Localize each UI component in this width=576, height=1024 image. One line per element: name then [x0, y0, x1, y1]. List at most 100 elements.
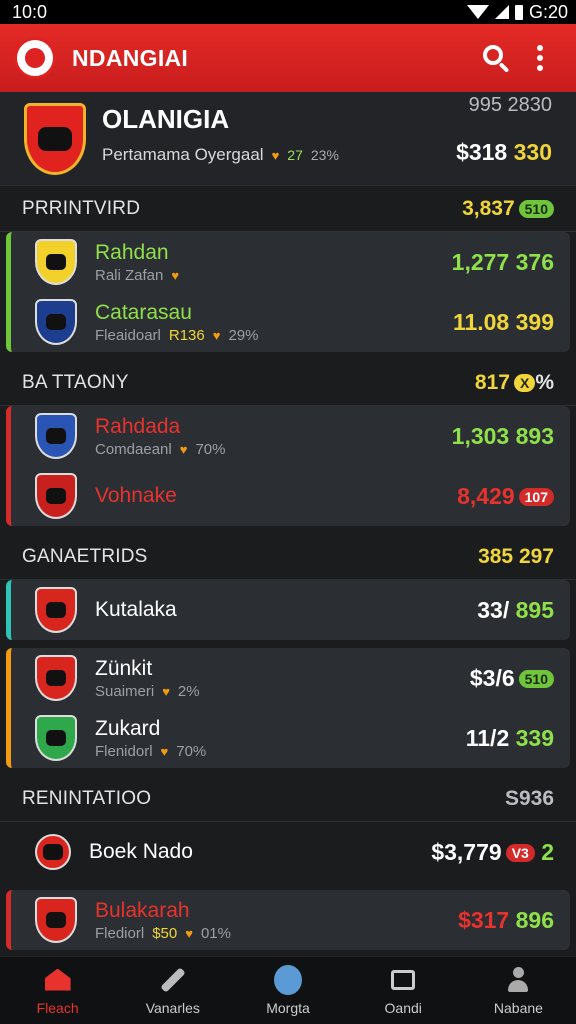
- nav-item-vanarles[interactable]: Vanarles: [115, 957, 230, 1024]
- league-meta: 995 2830: [468, 93, 552, 116]
- team-row[interactable]: Bulakarah Flediorl $50 ♥ 01% $317 896: [11, 890, 570, 950]
- team-name: Zukard: [95, 716, 161, 740]
- team-badge: 510: [518, 670, 554, 689]
- home-icon: [44, 966, 72, 994]
- team-value-text: 1,277 376: [451, 248, 554, 275]
- team-crest-icon: [35, 715, 77, 761]
- team-subtitle: Suaimeri: [95, 682, 155, 700]
- team-crest-icon: [35, 834, 71, 870]
- section-badge: 510: [518, 199, 554, 218]
- flame-icon: ♥: [212, 327, 221, 343]
- wifi-icon: [466, 5, 489, 19]
- team-info: Rahdada Comdaeanl ♥ 70%: [95, 415, 452, 458]
- team-value-extra: 339: [509, 724, 554, 751]
- section-header: GANAETRIDS 385 297: [0, 534, 576, 580]
- status-icons: G:20: [466, 1, 568, 23]
- team-name: Rahdan: [95, 240, 169, 264]
- team-row[interactable]: Vohnake 8,429 107: [11, 466, 570, 526]
- team-pct: 2%: [177, 682, 200, 700]
- nav-item-fleach[interactable]: Fleach: [0, 957, 115, 1024]
- league-crest-icon: [24, 102, 86, 175]
- team-crest-icon: [35, 473, 77, 519]
- league-change: 27: [287, 147, 303, 163]
- section-value-text: S936: [504, 786, 554, 810]
- section-label: PRRINTVIRD: [22, 197, 141, 219]
- flame-icon: ♥: [179, 441, 188, 457]
- team-value: $3/6 510: [470, 665, 554, 692]
- team-info: Boek Nado: [89, 840, 431, 864]
- team-crest-icon: [35, 299, 77, 345]
- signal-icon: [494, 5, 509, 19]
- section-header: RENINTATIOO S936: [0, 776, 576, 822]
- team-subtitle-row: Comdaeanl ♥ 70%: [95, 441, 452, 458]
- team-group: Rahdan Rali Zafan ♥ 1,277 376 Catarasau Fleai…: [6, 232, 570, 352]
- tools-icon: [159, 966, 187, 994]
- team-crest-icon: [35, 587, 77, 633]
- team-value: $317 896: [458, 907, 554, 934]
- team-info: Zünkit Suaimeri ♥ 2%: [95, 657, 470, 700]
- team-crest-icon: [35, 239, 77, 285]
- team-subtitle: Flenidorl: [95, 742, 153, 760]
- team-subtitle-row: Fleaidoarl R136 ♥ 29%: [95, 327, 453, 344]
- team-row[interactable]: Boek Nado $3,779 V3 2: [11, 822, 570, 882]
- team-row[interactable]: Kutalaka 33/ 895: [11, 580, 570, 640]
- league-price: $318 330: [456, 138, 552, 165]
- team-subtitle: Fleaidoarl: [95, 326, 161, 344]
- team-value-extra: 2: [534, 838, 554, 865]
- team-group: Rahdada Comdaeanl ♥ 70% 1,303 893 Vohnake 8,42…: [6, 406, 570, 526]
- team-name: Bulakarah: [95, 898, 190, 922]
- team-row[interactable]: Zukard Flenidorl ♥ 70% 11/2 339: [11, 708, 570, 768]
- team-row[interactable]: Rahdada Comdaeanl ♥ 70% 1,303 893: [11, 406, 570, 466]
- team-info: Zukard Flenidorl ♥ 70%: [95, 717, 466, 760]
- flame-icon: ♥: [271, 147, 280, 163]
- app-logo[interactable]: [14, 37, 56, 79]
- team-crest-icon: [35, 413, 77, 459]
- team-value: 1,277 376: [452, 249, 554, 276]
- team-badge: 107: [518, 488, 554, 507]
- team-pct: 70%: [195, 440, 226, 458]
- team-value: 11/2 339: [466, 725, 554, 752]
- section-label: RENINTATIOO: [22, 787, 152, 809]
- team-row[interactable]: Zünkit Suaimeri ♥ 2% $3/6 510: [11, 648, 570, 708]
- search-button[interactable]: [474, 36, 518, 80]
- status-time-left: 10:0: [12, 1, 48, 22]
- team-name: Catarasau: [95, 300, 192, 324]
- team-value-text: $317: [458, 906, 510, 933]
- section-value-text: 385 297: [478, 544, 554, 568]
- overflow-menu-button[interactable]: [518, 36, 562, 80]
- section-value: 385 297: [478, 545, 554, 569]
- league-name: OLANIGIA: [102, 104, 230, 134]
- team-row[interactable]: Rahdan Rali Zafan ♥ 1,277 376: [11, 232, 570, 292]
- nav-label: Oandi: [384, 999, 422, 1016]
- team-group: Zünkit Suaimeri ♥ 2% $3/6 510 Zukard Flenidorl ♥…: [6, 648, 570, 768]
- team-value-text: 33/: [477, 596, 510, 623]
- app-title: NDANGIAI: [72, 44, 189, 71]
- nav-item-morgta[interactable]: Morgta: [230, 957, 345, 1024]
- league-subtitle-row: Pertamama Oyergaal ♥ 27 23%: [102, 145, 456, 165]
- team-subtitle-row: Flenidorl ♥ 70%: [95, 743, 466, 760]
- league-pct: 23%: [310, 147, 339, 163]
- status-time-right: G:20: [528, 1, 568, 22]
- team-crest-icon: [35, 655, 77, 701]
- team-info: Kutalaka: [95, 598, 477, 622]
- nav-item-oandi[interactable]: Oandi: [346, 957, 461, 1024]
- team-crest-icon: [35, 897, 77, 943]
- team-pct: 29%: [228, 326, 259, 344]
- league-header[interactable]: OLANIGIA Pertamama Oyergaal ♥ 27 23% 995…: [0, 92, 576, 186]
- message-icon: [389, 966, 417, 994]
- nav-item-nabane[interactable]: Nabane: [461, 957, 576, 1024]
- team-subtitle-row: Rali Zafan ♥: [95, 267, 452, 284]
- team-group: Bulakarah Flediorl $50 ♥ 01% $317 896: [6, 890, 570, 950]
- search-icon: [483, 45, 503, 65]
- team-name: Zünkit: [95, 656, 153, 680]
- nav-label: Morgta: [266, 999, 310, 1016]
- bottom-navigation: Fleach Vanarles Morgta Oandi Nabane: [0, 956, 576, 1024]
- team-row[interactable]: Catarasau Fleaidoarl R136 ♥ 29% 11.08 399: [11, 292, 570, 352]
- profile-icon: [504, 966, 532, 994]
- team-value: $3,779 V3 2: [431, 839, 554, 866]
- section-label: BA TTAONY: [22, 371, 129, 393]
- battery-icon: [514, 4, 523, 20]
- nav-label: Vanarles: [145, 999, 200, 1016]
- team-subtitle: Rali Zafan: [95, 266, 164, 284]
- team-value-text: $3,779: [431, 838, 502, 865]
